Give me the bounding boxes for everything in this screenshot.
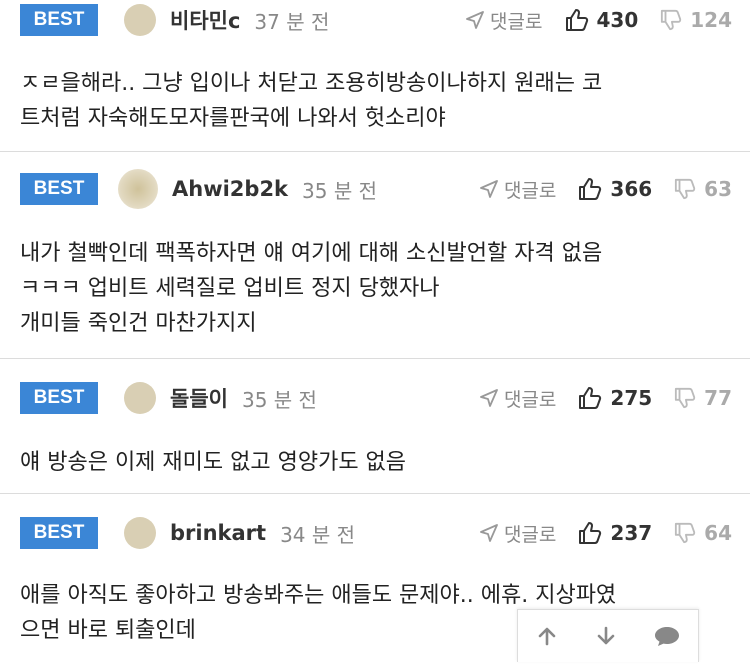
comment-line: 얘 방송은 이제 재미도 없고 영양가도 없음 — [20, 450, 407, 475]
comment-2: BEST Ahwi2b2k 35 분 전 댓글로 366 63 내가 철빡인데 … — [0, 152, 750, 359]
thumbs-up-icon — [579, 178, 602, 200]
reply-label: 댓글로 — [490, 10, 543, 33]
comment-line: 개미들 죽인건 마찬가지지 — [20, 311, 257, 336]
upvote-count: 366 — [610, 177, 653, 201]
comment-3: BEST 돌들이 35 분 전 댓글로 275 77 얘 방송은 이제 재미도 … — [0, 359, 750, 494]
reply-button[interactable]: 댓글로 — [466, 7, 543, 34]
timestamp: 35 분 전 — [241, 387, 317, 412]
reply-label: 댓글로 — [503, 388, 557, 411]
thumbs-down-icon — [661, 9, 682, 31]
reply-button[interactable]: 댓글로 — [480, 385, 556, 412]
best-badge: BEST — [20, 382, 98, 414]
chat-icon[interactable] — [653, 624, 681, 648]
timestamp: 35 분 전 — [302, 178, 377, 203]
nickname[interactable]: 비타민c — [170, 5, 240, 35]
reply-button[interactable]: 댓글로 — [480, 520, 556, 547]
upvote-count: 275 — [610, 386, 653, 410]
thumbs-down-icon — [675, 387, 696, 409]
best-badge: BEST — [20, 4, 98, 36]
comment-line: 내가 철빡인데 팩폭하자면 얘 여기에 대해 소신발언할 자격 없음 — [20, 241, 603, 266]
timestamp: 34 분 전 — [280, 522, 356, 547]
reply-label: 댓글로 — [503, 523, 557, 546]
upvote-button[interactable]: 237 — [578, 521, 652, 545]
reply-label: 댓글로 — [503, 179, 557, 202]
upvote-button[interactable]: 275 — [578, 386, 652, 410]
downvote-count: 64 — [704, 521, 732, 545]
downvote-button[interactable]: 64 — [674, 521, 732, 545]
comment-line: 애를 아직도 좋아하고 방송봐주는 애들도 문제야.. 에휴. 지상파였 — [20, 583, 617, 608]
downvote-button[interactable]: 124 — [660, 8, 732, 32]
reply-arrow-icon — [480, 180, 498, 198]
reply-arrow-icon — [480, 389, 498, 407]
best-badge: BEST — [20, 173, 98, 205]
floating-action-bar — [517, 609, 699, 662]
avatar[interactable] — [124, 382, 156, 414]
downvote-count: 124 — [690, 8, 732, 32]
comment-body: 얘 방송은 이제 재미도 없고 영양가도 없음 — [20, 445, 732, 480]
downvote-button[interactable]: 77 — [674, 386, 732, 410]
thumbs-down-icon — [675, 522, 696, 544]
downvote-count: 63 — [704, 177, 732, 201]
upvote-button[interactable]: 430 — [565, 8, 639, 32]
nickname[interactable]: brinkart — [170, 521, 266, 545]
comment-line: ㅈㄹ을해라.. 그냥 입이나 처닫고 조용히방송이나하지 원래는 코 — [20, 71, 603, 96]
avatar[interactable] — [124, 4, 156, 36]
comment-line: ㅋㅋㅋ 업비트 세력질로 업비트 정지 당했자나 — [20, 276, 440, 301]
reply-arrow-icon — [466, 11, 484, 29]
arrow-up-icon[interactable] — [535, 624, 559, 648]
upvote-count: 237 — [610, 521, 653, 545]
nickname[interactable]: 돌들이 — [170, 383, 228, 413]
comment-body: ㅈㄹ을해라.. 그냥 입이나 처닫고 조용히방송이나하지 원래는 코 트처럼 자… — [20, 66, 732, 136]
thumbs-up-icon — [565, 9, 588, 31]
avatar[interactable] — [124, 517, 156, 549]
reply-button[interactable]: 댓글로 — [480, 176, 556, 203]
arrow-down-icon[interactable] — [594, 624, 618, 648]
thumbs-down-icon — [675, 178, 696, 200]
upvote-button[interactable]: 366 — [578, 177, 652, 201]
timestamp: 37 분 전 — [254, 9, 330, 34]
comment-line: 트처럼 자숙해도모자를판국에 나와서 헛소리야 — [20, 106, 446, 131]
upvote-count: 430 — [596, 8, 639, 32]
thumbs-up-icon — [579, 387, 602, 409]
downvote-count: 77 — [704, 386, 732, 410]
best-badge: BEST — [20, 517, 98, 549]
reply-arrow-icon — [480, 524, 498, 542]
thumbs-up-icon — [579, 522, 602, 544]
nickname[interactable]: Ahwi2b2k — [172, 177, 288, 201]
comment-1: BEST 비타민c 37 분 전 댓글로 430 124 ㅈㄹ을해라.. 그냥 … — [0, 0, 750, 152]
comment-body: 내가 철빡인데 팩폭하자면 얘 여기에 대해 소신발언할 자격 없음 ㅋㅋㅋ 업… — [20, 236, 732, 341]
avatar[interactable] — [118, 169, 158, 209]
downvote-button[interactable]: 63 — [674, 177, 732, 201]
